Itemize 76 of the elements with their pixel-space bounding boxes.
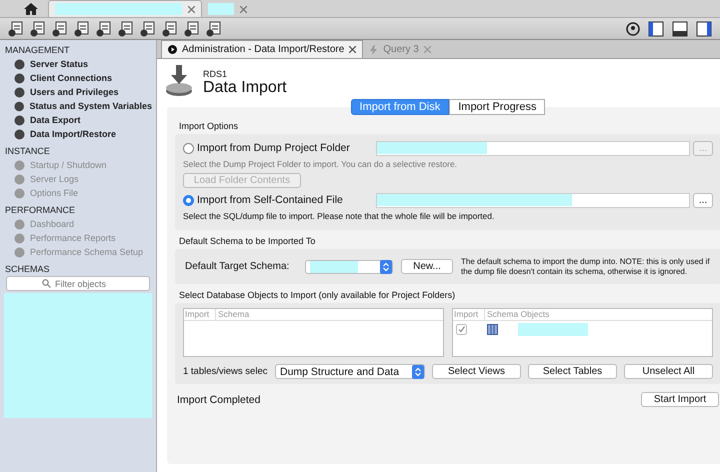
status-text: Import Completed: [177, 394, 260, 406]
close-icon[interactable]: [188, 6, 195, 12]
section-title: MANAGEMENT: [5, 45, 71, 55]
editor-tab[interactable]: Administration - Data Import/Restore: [161, 40, 364, 58]
select-button[interactable]: Select Tables: [528, 364, 617, 380]
redacted-block: [208, 3, 234, 15]
toolbar-icon[interactable]: [140, 20, 156, 36]
play-icon: [168, 45, 177, 54]
schema-select[interactable]: [305, 260, 393, 274]
toolbar-icon[interactable]: [52, 20, 68, 36]
select-button[interactable]: Select Views: [432, 364, 521, 380]
path-field[interactable]: [376, 192, 690, 208]
item-icon: [14, 128, 25, 140]
item-icon: [14, 100, 24, 112]
dropdown-arrows-icon: [380, 260, 392, 274]
selection-count: 1 tables/views selec: [183, 366, 268, 378]
option-label: Import from Dump Project Folder: [197, 142, 351, 154]
start-import-button[interactable]: Start Import: [641, 392, 719, 408]
panel-toggle-icon[interactable]: [696, 20, 712, 36]
radio-button[interactable]: [183, 194, 194, 206]
item-icon: [14, 232, 25, 244]
toolbar-icon[interactable]: [8, 20, 24, 36]
toolbar-icon[interactable]: [74, 20, 90, 36]
home-icon: [24, 3, 38, 15]
group-title: Import Options: [179, 121, 240, 131]
table-icon: [487, 324, 498, 336]
sidebar-item[interactable]: Data Import/Restore: [4, 127, 152, 141]
option-label: Import from Self-Contained File: [197, 194, 344, 206]
toolbar-icon[interactable]: [96, 20, 112, 36]
dump-type-select[interactable]: Dump Structure and Data: [275, 364, 425, 380]
new-schema-button[interactable]: New...: [401, 259, 453, 274]
toolbar-icon[interactable]: [118, 20, 134, 36]
sidebar-item[interactable]: Status and System Variables: [4, 99, 152, 113]
item-icon: [14, 86, 25, 98]
sidebar-toggle-icon[interactable]: [648, 20, 664, 36]
close-icon[interactable]: [240, 6, 247, 12]
filter-field[interactable]: Filter objects: [6, 276, 150, 291]
browse-button[interactable]: ...: [693, 192, 713, 208]
dropdown-arrows-icon: [412, 364, 424, 379]
toolbar-icon[interactable]: [184, 20, 200, 36]
lightning-icon: [369, 44, 378, 54]
section-title: SCHEMAS: [5, 264, 51, 274]
path-field[interactable]: [376, 140, 690, 156]
view-tab[interactable]: Import Progress: [449, 99, 546, 115]
item-icon: [14, 174, 25, 184]
group-title: Select Database Objects to Import (only available for Project Folders): [179, 290, 456, 300]
output-toggle-icon[interactable]: [672, 20, 688, 36]
sidebar-item[interactable]: Data Export: [4, 113, 152, 127]
select-button[interactable]: Unselect All: [624, 364, 713, 380]
toolbar-icon[interactable]: [206, 20, 222, 36]
item-icon: [14, 218, 25, 230]
toolbar-icon[interactable]: [30, 20, 46, 36]
item-icon: [14, 246, 25, 258]
toolbar-icon[interactable]: [162, 20, 178, 36]
checkbox[interactable]: [456, 324, 467, 336]
search-icon: [42, 279, 51, 288]
item-icon: [14, 72, 25, 84]
item-icon: [14, 160, 25, 170]
field-label: Default Target Schema:: [185, 261, 290, 272]
section-title: PERFORMANCE: [5, 205, 76, 215]
sidebar-item[interactable]: Server Status: [4, 57, 152, 71]
redacted-block: [518, 323, 588, 336]
connection-name: RDS1: [203, 69, 228, 79]
group-title: Default Schema to be Imported To: [179, 236, 316, 246]
sidebar-item[interactable]: Users and Privileges: [4, 85, 152, 99]
item-icon: [14, 188, 25, 198]
item-icon: [14, 58, 25, 70]
hint-text: Select the SQL/dump file to import. Please note that the whole file will be imported.: [183, 211, 496, 221]
section-title: INSTANCE: [5, 146, 51, 156]
close-icon[interactable]: [349, 46, 356, 53]
hint-text: Select the Dump Project Folder to import. You can do a selective restore.: [183, 159, 458, 169]
disk-import-icon: [165, 65, 193, 97]
sidebar-item[interactable]: Client Connections: [4, 71, 152, 85]
item-icon: [14, 114, 25, 126]
note-text: The default schema to import the dump into. NOTE: this is only used if the dump file doesn't contain its schema, otherwise it is ignored.: [461, 257, 711, 276]
page-title: Data Import: [203, 79, 287, 97]
